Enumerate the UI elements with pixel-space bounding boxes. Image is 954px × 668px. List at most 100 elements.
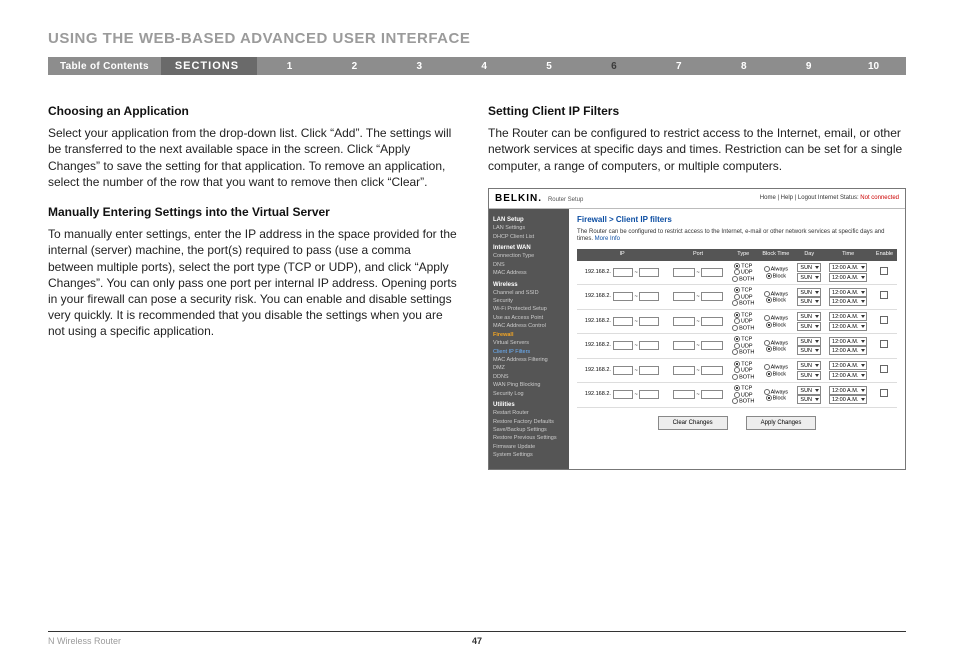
port-input[interactable] <box>701 268 723 277</box>
ip-input[interactable] <box>639 366 659 375</box>
port-input[interactable] <box>701 366 723 375</box>
ip-input[interactable] <box>639 341 659 350</box>
section-link-4[interactable]: 4 <box>452 61 517 72</box>
day-select[interactable]: SUN <box>797 361 821 370</box>
port-input[interactable] <box>673 390 695 399</box>
sidebar-item[interactable]: Restore Previous Settings <box>493 435 565 442</box>
port-input[interactable] <box>673 366 695 375</box>
ip-input[interactable] <box>639 317 659 326</box>
port-input[interactable] <box>701 292 723 301</box>
sidebar-item[interactable]: Firmware Update <box>493 444 565 451</box>
ip-input[interactable] <box>613 366 633 375</box>
sidebar-item[interactable]: MAC Address Filtering <box>493 357 565 364</box>
blocktime-radio[interactable]: Always <box>759 364 794 371</box>
day-select[interactable]: SUN <box>797 395 821 404</box>
sidebar-item[interactable]: System Settings <box>493 452 565 459</box>
sidebar-item[interactable]: Channel and SSID <box>493 290 565 297</box>
blocktime-radio[interactable]: Block <box>759 395 794 402</box>
blocktime-radio[interactable]: Block <box>759 371 794 378</box>
time-select[interactable]: 12:00 A.M. <box>829 273 867 282</box>
day-select[interactable]: SUN <box>797 322 821 331</box>
ip-input[interactable] <box>613 317 633 326</box>
port-input[interactable] <box>673 268 695 277</box>
day-select[interactable]: SUN <box>797 337 821 346</box>
sidebar-item[interactable]: Security Log <box>493 391 565 398</box>
section-link-6[interactable]: 6 <box>582 61 647 72</box>
time-select[interactable]: 12:00 A.M. <box>829 297 867 306</box>
apply-changes-button[interactable]: Apply Changes <box>746 416 817 430</box>
sidebar-item[interactable]: Virtual Servers <box>493 340 565 347</box>
blocktime-radio[interactable]: Block <box>759 297 794 304</box>
enable-checkbox[interactable] <box>880 291 888 299</box>
clear-changes-button[interactable]: Clear Changes <box>658 416 728 430</box>
sidebar-item[interactable]: Firewall <box>493 332 565 339</box>
time-select[interactable]: 12:00 A.M. <box>829 371 867 380</box>
enable-checkbox[interactable] <box>880 316 888 324</box>
sidebar-item[interactable]: DDNS <box>493 374 565 381</box>
blocktime-radio[interactable]: Always <box>759 315 794 322</box>
type-radio[interactable]: BOTH <box>730 325 757 332</box>
section-link-5[interactable]: 5 <box>517 61 582 72</box>
day-select[interactable]: SUN <box>797 386 821 395</box>
time-select[interactable]: 12:00 A.M. <box>829 395 867 404</box>
top-links[interactable]: Home | Help | Logout Internet Status: No… <box>760 194 899 202</box>
sidebar-item[interactable]: MAC Address <box>493 270 565 277</box>
ip-input[interactable] <box>613 390 633 399</box>
section-link-1[interactable]: 1 <box>257 61 322 72</box>
day-select[interactable]: SUN <box>797 263 821 272</box>
sidebar-item[interactable]: Restore Factory Defaults <box>493 419 565 426</box>
ip-input[interactable] <box>613 268 633 277</box>
day-select[interactable]: SUN <box>797 273 821 282</box>
enable-checkbox[interactable] <box>880 267 888 275</box>
time-select[interactable]: 12:00 A.M. <box>829 386 867 395</box>
ip-input[interactable] <box>613 341 633 350</box>
day-select[interactable]: SUN <box>797 288 821 297</box>
ip-input[interactable] <box>639 292 659 301</box>
blocktime-radio[interactable]: Block <box>759 346 794 353</box>
type-radio[interactable]: BOTH <box>730 349 757 356</box>
port-input[interactable] <box>701 341 723 350</box>
type-radio[interactable]: BOTH <box>730 276 757 283</box>
port-input[interactable] <box>673 317 695 326</box>
sidebar-item[interactable]: DNS <box>493 262 565 269</box>
time-select[interactable]: 12:00 A.M. <box>829 312 867 321</box>
time-select[interactable]: 12:00 A.M. <box>829 346 867 355</box>
sidebar-item[interactable]: DMZ <box>493 365 565 372</box>
type-radio[interactable]: BOTH <box>730 300 757 307</box>
day-select[interactable]: SUN <box>797 312 821 321</box>
type-radio[interactable]: BOTH <box>730 398 757 405</box>
sidebar-item[interactable]: MAC Address Control <box>493 323 565 330</box>
sidebar-item[interactable]: Restart Router <box>493 410 565 417</box>
port-input[interactable] <box>673 292 695 301</box>
sidebar-item[interactable]: Connection Type <box>493 253 565 260</box>
ip-input[interactable] <box>639 390 659 399</box>
section-link-8[interactable]: 8 <box>711 61 776 72</box>
type-radio[interactable]: UDP <box>730 269 757 276</box>
more-info-link[interactable]: More Info <box>595 236 620 242</box>
blocktime-radio[interactable]: Block <box>759 273 794 280</box>
sidebar-item[interactable]: DHCP Client List <box>493 234 565 241</box>
ip-input[interactable] <box>639 268 659 277</box>
section-link-2[interactable]: 2 <box>322 61 387 72</box>
enable-checkbox[interactable] <box>880 340 888 348</box>
time-select[interactable]: 12:00 A.M. <box>829 288 867 297</box>
sidebar-item[interactable]: Wi-Fi Protected Setup <box>493 306 565 313</box>
section-link-7[interactable]: 7 <box>646 61 711 72</box>
sidebar-item[interactable]: Use as Access Point <box>493 315 565 322</box>
router-sidebar[interactable]: LAN SetupLAN SettingsDHCP Client ListInt… <box>489 209 569 469</box>
time-select[interactable]: 12:00 A.M. <box>829 322 867 331</box>
port-input[interactable] <box>701 317 723 326</box>
sidebar-item[interactable]: LAN Settings <box>493 225 565 232</box>
blocktime-radio[interactable]: Block <box>759 322 794 329</box>
type-radio[interactable]: UDP <box>730 367 757 374</box>
type-radio[interactable]: BOTH <box>730 374 757 381</box>
section-link-3[interactable]: 3 <box>387 61 452 72</box>
toc-link[interactable]: Table of Contents <box>48 57 161 75</box>
day-select[interactable]: SUN <box>797 371 821 380</box>
sidebar-item[interactable]: Client IP Filters <box>493 349 565 356</box>
sidebar-item[interactable]: WAN Ping Blocking <box>493 382 565 389</box>
day-select[interactable]: SUN <box>797 346 821 355</box>
day-select[interactable]: SUN <box>797 297 821 306</box>
port-input[interactable] <box>673 341 695 350</box>
time-select[interactable]: 12:00 A.M. <box>829 263 867 272</box>
